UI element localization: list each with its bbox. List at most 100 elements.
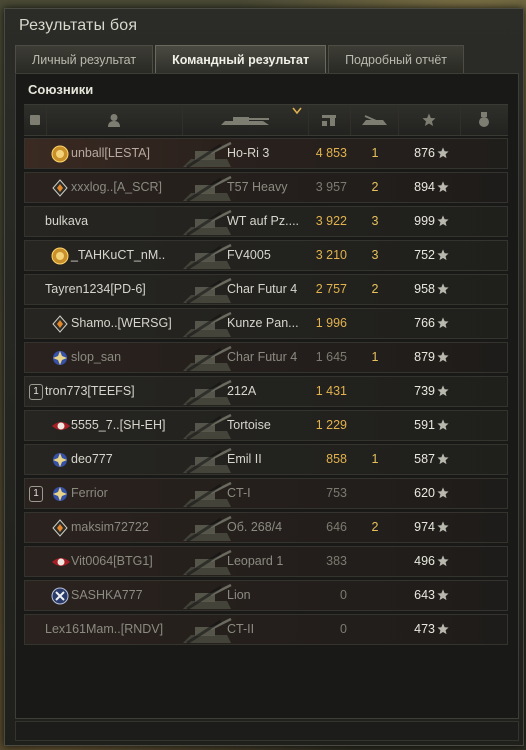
star-icon [437, 487, 449, 499]
damage-icon [322, 115, 336, 126]
player-row[interactable]: Shamo..[WERSG] Kunze Pan... 1 996 766 [24, 308, 508, 339]
team-results-panel: Союзники unball[LESTA] Ho-Ri 3 4 853 1 8… [15, 73, 519, 719]
player-row[interactable]: xxxlog..[A_SCR] T57 Heavy 3 957 2 894 [24, 172, 508, 203]
header-kills-cell[interactable] [350, 105, 399, 135]
star-icon [437, 249, 449, 261]
tank-name: CT-I [227, 486, 251, 500]
tank-silhouette-icon [181, 243, 233, 271]
header-damage-cell[interactable] [308, 105, 351, 135]
player-name[interactable]: tron773[TEEFS] [45, 377, 135, 406]
star-icon [437, 283, 449, 295]
star-icon [437, 623, 449, 635]
header-medal-cell[interactable] [460, 105, 508, 135]
tank-silhouette-icon [181, 141, 233, 169]
player-name[interactable]: Shamo..[WERSG] [71, 309, 172, 338]
player-name[interactable]: SASHKA777 [71, 581, 143, 610]
tab-personal-result[interactable]: Личный результат [15, 45, 154, 73]
header-tank-cell[interactable] [182, 105, 309, 135]
tank-name: Char Futur 4 [227, 350, 298, 364]
tank-silhouette-icon [181, 209, 233, 237]
tank-silhouette-icon [181, 311, 233, 339]
star-icon [437, 215, 449, 227]
xp-value: 496 [414, 554, 435, 568]
blue-badge-icon [51, 451, 69, 469]
kills-value: 2 [371, 180, 379, 194]
player-row[interactable]: unball[LESTA] Ho-Ri 3 4 853 1 876 [24, 138, 508, 169]
player-name[interactable]: xxxlog..[A_SCR] [71, 173, 162, 202]
tank-name: Tortoise [227, 418, 271, 432]
player-name[interactable]: unball[LESTA] [71, 139, 150, 168]
tank-silhouette-icon [181, 515, 233, 543]
player-name[interactable]: maksim72722 [71, 513, 149, 542]
player-row[interactable]: 1 Ferrior CT-I 753 620 [24, 478, 508, 509]
player-name[interactable]: _TAHKuCT_nM.. [71, 241, 165, 270]
tab-team-result[interactable]: Командный результат [155, 45, 327, 73]
star-icon [437, 521, 449, 533]
player-row[interactable]: deo777 Emil II 858 1 587 [24, 444, 508, 475]
star-icon [437, 589, 449, 601]
player-row[interactable]: Vit0064[BTG1] Leopard 1 383 496 [24, 546, 508, 577]
player-name[interactable]: Tayren1234[PD-6] [45, 275, 146, 304]
kills-icon [362, 115, 387, 125]
damage-value: 0 [340, 588, 347, 602]
xp-value: 752 [414, 248, 435, 262]
xp-value: 587 [414, 452, 435, 466]
tank-silhouette-icon [181, 277, 233, 305]
star-icon [437, 385, 449, 397]
header-xp-cell[interactable] [398, 105, 461, 135]
tank-name: Об. 268/4 [227, 520, 283, 534]
platoon-number-icon: 1 [29, 486, 43, 502]
player-name[interactable]: Lex161Mam..[RNDV] [45, 615, 163, 644]
player-name[interactable]: deo777 [71, 445, 113, 474]
player-row[interactable]: _TAHKuCT_nM.. FV4005 3 210 3 752 [24, 240, 508, 271]
tank-name: Emil II [227, 452, 262, 466]
tank-silhouette-icon [181, 617, 233, 645]
player-row[interactable]: maksim72722 Об. 268/4 646 2 974 [24, 512, 508, 543]
player-name[interactable]: 5555_7..[SH-EH] [71, 411, 166, 440]
xp-value: 473 [414, 622, 435, 636]
xp-value: 739 [414, 384, 435, 398]
xp-value: 894 [414, 180, 435, 194]
player-name[interactable]: Ferrior [71, 479, 108, 508]
diamond-badge-icon [51, 519, 69, 537]
gold-badge-icon [51, 145, 69, 163]
tank-name: CT-II [227, 622, 255, 636]
kills-value: 2 [371, 520, 379, 534]
square-icon [30, 115, 40, 125]
xp-value: 766 [414, 316, 435, 330]
tank-silhouette-icon [181, 549, 233, 577]
damage-value: 1 645 [315, 350, 347, 364]
player-row[interactable]: Tayren1234[PD-6] Char Futur 4 2 757 2 958 [24, 274, 508, 305]
header-player-cell[interactable] [46, 105, 183, 135]
medal-icon [479, 112, 489, 127]
diamond-badge-icon [51, 315, 69, 333]
sort-chevron-icon[interactable] [292, 107, 302, 115]
xp-value: 974 [414, 520, 435, 534]
table-header [24, 104, 508, 136]
damage-value: 753 [326, 486, 347, 500]
damage-value: 0 [340, 622, 347, 636]
bottom-bar [15, 721, 519, 741]
player-name[interactable]: Vit0064[BTG1] [71, 547, 153, 576]
player-row[interactable]: 5555_7..[SH-EH] Tortoise 1 229 591 [24, 410, 508, 441]
player-row[interactable]: bulkava WT auf Pz.... 3 922 3 999 [24, 206, 508, 237]
blue-badge-icon [51, 349, 69, 367]
player-name[interactable]: bulkava [45, 207, 88, 236]
tank-name: WT auf Pz.... [227, 214, 300, 228]
diamond-badge-icon [51, 179, 69, 197]
damage-value: 3 210 [315, 248, 347, 262]
player-row[interactable]: SASHKA777 Lion 0 643 [24, 580, 508, 611]
player-row[interactable]: 1 tron773[TEEFS] 212A 1 431 739 [24, 376, 508, 407]
damage-value: 383 [326, 554, 347, 568]
tab-bar: Личный результат Командный результат Под… [15, 45, 466, 73]
star-icon [437, 317, 449, 329]
tank-name: T57 Heavy [227, 180, 288, 194]
header-square-cell[interactable] [24, 105, 47, 135]
player-row[interactable]: slop_san Char Futur 4 1 645 1 879 [24, 342, 508, 373]
tab-detailed-report[interactable]: Подробный отчёт [328, 45, 465, 73]
player-name[interactable]: slop_san [71, 343, 121, 372]
tank-name: Kunze Pan... [227, 316, 299, 330]
damage-value: 3 922 [315, 214, 347, 228]
player-row[interactable]: Lex161Mam..[RNDV] CT-II 0 473 [24, 614, 508, 645]
star-icon [437, 555, 449, 567]
